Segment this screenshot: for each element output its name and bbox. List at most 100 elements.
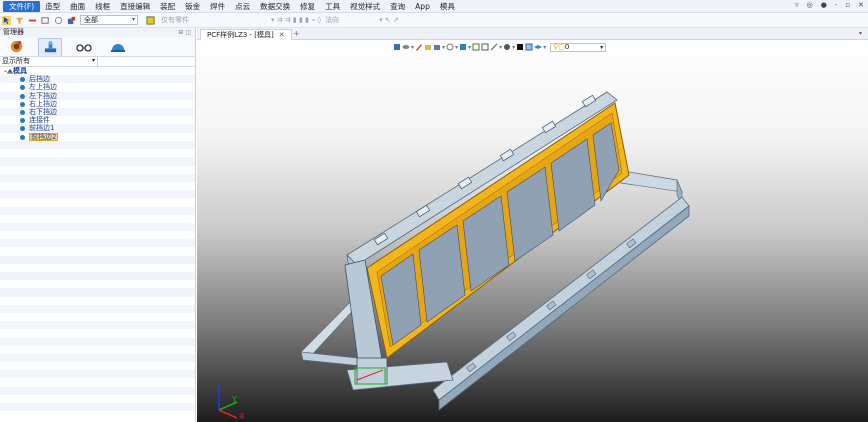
snap-icons: ▾ ⇉ ⇉ ▮ ▮ ▮ ⌁ ◊ (271, 16, 322, 24)
menu-bar: 文件(F) 造型 曲面 线框 直接编辑 装配 钣金 焊件 点云 数据交换 修复 … (0, 0, 868, 13)
menu-app[interactable]: App (410, 1, 435, 12)
empty-row (0, 141, 195, 150)
glasses-icon (76, 43, 92, 52)
part-icon (20, 77, 25, 83)
part-filter-icon[interactable] (67, 16, 76, 25)
empty-row (0, 312, 195, 322)
tab-mold[interactable] (106, 38, 130, 56)
menu-mold[interactable]: 模具 (435, 1, 460, 12)
menu-wireframe[interactable]: 线框 (90, 1, 115, 12)
axis-triad: Y X (218, 386, 245, 421)
menu-file[interactable]: 文件(F) (3, 0, 41, 12)
direction-icons: ▾ ↖ ↗ (379, 16, 399, 24)
only-parts-icon[interactable] (146, 15, 155, 25)
menu-direct-edit[interactable]: 直接编辑 (115, 1, 155, 12)
assembly-icon (44, 40, 56, 52)
chevron-down-icon[interactable]: ▾ (859, 30, 862, 37)
filter-icon[interactable] (15, 16, 24, 25)
viewport-3d[interactable]: ▾ ▾ ▾ ▾ ▾ ▾ ▾ ♀□0 ▾ Y X (197, 40, 868, 422)
tab-history[interactable] (4, 38, 28, 56)
empty-row (0, 353, 195, 363)
empty-row (0, 231, 195, 240)
close-icon[interactable]: ✕ (858, 1, 864, 9)
gear-icon (10, 40, 22, 53)
tree-item[interactable]: 右下挡边 (0, 107, 195, 117)
quick-toolbar: 全部 ▾ 仅有零件 ▾ ⇉ ⇉ ▮ ▮ ▮ ⌁ ◊ 法向 ▾ ↖ ↗ (0, 13, 868, 28)
select-icon[interactable] (2, 15, 11, 25)
tree-empty-rows (0, 141, 195, 420)
empty-row (0, 345, 195, 354)
empty-row (0, 198, 195, 207)
empty-row (0, 296, 195, 305)
empty-row (0, 304, 195, 313)
direction-label: 法向 (325, 16, 340, 24)
chevron-down-icon[interactable]: ▿ (795, 1, 799, 9)
svg-text:X: X (239, 412, 245, 421)
tab-assembly[interactable] (38, 37, 62, 56)
mold-model: Y X (218, 91, 690, 421)
menu-modeling[interactable]: 造型 (40, 1, 65, 12)
manager-filter-row: 显示所有 ▾ (0, 57, 195, 67)
empty-row (0, 149, 195, 158)
empty-row (0, 157, 195, 166)
manager-panel: 管理器 ⊞ ◫ 显示所有 ▾ ⌄ 模具 后挡边 左上挡边 左下挡边 右上挡边 右下… (0, 28, 196, 422)
empty-row (0, 190, 195, 199)
tab-view[interactable] (72, 38, 96, 56)
empty-row (0, 362, 195, 371)
new-tab-button[interactable]: + (293, 29, 300, 38)
empty-row (0, 386, 195, 395)
tree-root[interactable]: ⌄ 模具 (0, 67, 195, 75)
menu-weldment[interactable]: 焊件 (205, 1, 230, 12)
menu-visual-style[interactable]: 视觉样式 (345, 1, 385, 12)
menu-point-cloud[interactable]: 点云 (230, 1, 255, 12)
document-tabs: PCF样例LZ3 - [模具] ✕ + ▾ (197, 28, 868, 40)
menu-data-exchange[interactable]: 数据交换 (255, 1, 295, 12)
tree-item[interactable]: 左上挡边 (0, 83, 195, 91)
close-icon[interactable]: ✕ (279, 31, 285, 39)
empty-row (0, 370, 195, 379)
empty-row (0, 222, 195, 232)
menu-sheet-metal[interactable]: 钣金 (180, 1, 205, 12)
empty-row (0, 321, 195, 330)
menu-repair[interactable]: 修复 (295, 1, 320, 12)
part-icon (20, 109, 25, 115)
tab-document[interactable]: PCF样例LZ3 - [模具] ✕ (200, 29, 292, 40)
filter-select[interactable]: 全部 ▾ (80, 15, 138, 25)
empty-row (0, 272, 195, 281)
empty-row (0, 280, 195, 289)
tree-root-label: 模具 (13, 67, 27, 75)
empty-row (0, 247, 195, 256)
part-icon (20, 93, 25, 99)
menu-query[interactable]: 查询 (385, 1, 410, 12)
part-icon (20, 126, 25, 132)
menu-surface[interactable]: 曲面 (65, 1, 90, 12)
menu-tools[interactable]: 工具 (320, 1, 345, 12)
settings-icon[interactable]: ◎ (807, 1, 813, 9)
tree-item[interactable]: 右上挡边 (0, 100, 195, 108)
part-icon (20, 134, 25, 140)
window-controls: ▿ ◎ ● ‑ ▫ ✕ (795, 1, 864, 9)
display-filter-select[interactable]: 显示所有 ▾ (0, 57, 98, 66)
minus-icon[interactable] (28, 16, 37, 25)
restore-icon[interactable]: ▫ (845, 1, 850, 9)
minimize-icon[interactable]: ‑ (835, 1, 838, 9)
empty-row (0, 181, 195, 191)
manager-tabs (0, 37, 195, 57)
tree-item[interactable]: 左下挡边 (0, 91, 195, 100)
box-select-icon[interactable] (41, 16, 50, 25)
menu-assembly[interactable]: 装配 (155, 1, 180, 12)
tree-item-selected[interactable]: 前挡边2 (0, 132, 195, 141)
svg-text:Y: Y (231, 395, 237, 404)
help-icon[interactable]: ● (821, 1, 827, 9)
pin-icon[interactable]: ⊞ ◫ (178, 28, 191, 37)
empty-row (0, 214, 195, 223)
assembly-tree: ⌄ 模具 后挡边 左上挡边 左下挡边 右上挡边 右下挡边 连接件 前挡边1 前挡… (0, 67, 195, 141)
tree-item[interactable]: 前挡边1 (0, 124, 195, 133)
part-icon (20, 85, 25, 91)
empty-row (0, 165, 195, 174)
empty-row (0, 378, 195, 387)
part-icon (20, 118, 25, 124)
only-parts-label: 仅有零件 (161, 16, 189, 24)
circle-icon[interactable] (54, 16, 63, 25)
manager-header: 管理器 ⊞ ◫ (0, 28, 195, 37)
